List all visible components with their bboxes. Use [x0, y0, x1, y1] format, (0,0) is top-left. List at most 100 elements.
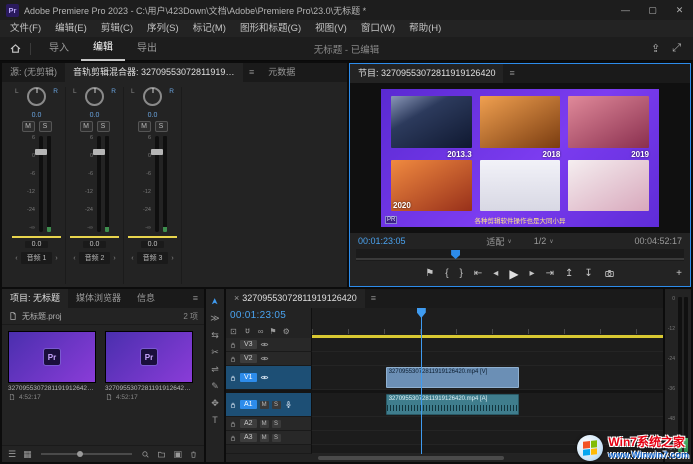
track-header-v1[interactable]: V1: [226, 366, 312, 390]
track-header-a3[interactable]: A3 M S: [226, 431, 312, 445]
scrollbar-handle[interactable]: [318, 456, 505, 460]
home-icon[interactable]: [0, 42, 30, 55]
play-button[interactable]: ▶: [509, 268, 518, 280]
mute-button[interactable]: M: [79, 121, 93, 132]
nest-toggle-icon[interactable]: ⊡: [230, 327, 237, 336]
button-editor-button[interactable]: +: [676, 268, 682, 279]
track-header-v2[interactable]: V2: [226, 352, 312, 366]
go-to-out-button[interactable]: ⇥: [546, 268, 554, 279]
tab-project[interactable]: 项目: 无标题: [2, 289, 69, 308]
menu-item-help[interactable]: 帮助(H): [402, 20, 448, 37]
mark-out-button[interactable]: }: [460, 268, 463, 279]
step-forward-button[interactable]: ▸: [530, 268, 535, 279]
project-item[interactable]: Pr 32709553072811919126420.mp4 4:52:17: [8, 331, 96, 439]
workspace-tab-import[interactable]: 导入: [37, 38, 81, 60]
fader-handle[interactable]: [93, 149, 105, 155]
tab-audio-track-mixer[interactable]: 音轨剪辑混合器: 32709553072811919126420: [65, 63, 243, 82]
ripple-edit-tool[interactable]: ⇆: [211, 331, 219, 340]
step-back-button[interactable]: ◂: [493, 268, 498, 279]
track-name[interactable]: A2: [240, 419, 257, 428]
type-tool[interactable]: T: [212, 416, 218, 425]
bin-name[interactable]: 无标题.proj: [22, 311, 62, 322]
solo-button[interactable]: S: [271, 433, 281, 442]
extract-button[interactable]: ↧: [584, 268, 592, 279]
mute-button[interactable]: M: [21, 121, 35, 132]
quick-export-icon[interactable]: ⇪: [651, 42, 660, 55]
track-v3-content[interactable]: [312, 338, 663, 352]
current-timecode[interactable]: 00:01:23:05: [358, 236, 444, 246]
tab-sequence[interactable]: × 32709553072811919126420: [226, 289, 365, 308]
maximize-button[interactable]: ▢: [639, 0, 666, 20]
lock-icon[interactable]: [229, 401, 237, 409]
lock-icon[interactable]: [229, 434, 237, 442]
fader-handle[interactable]: [35, 149, 47, 155]
prev-track-icon[interactable]: ‹: [131, 255, 133, 262]
add-marker-button[interactable]: ⚑: [425, 268, 434, 279]
timeline-ruler[interactable]: [312, 308, 663, 338]
lock-icon[interactable]: [229, 374, 237, 382]
panel-menu-icon[interactable]: ≡: [365, 289, 382, 308]
solo-button[interactable]: S: [271, 400, 281, 409]
mute-button[interactable]: M: [259, 419, 269, 428]
pen-tool[interactable]: ✎: [211, 382, 219, 391]
find-button[interactable]: [141, 449, 150, 459]
track-a2-content[interactable]: [312, 417, 663, 431]
snap-icon[interactable]: [243, 327, 252, 336]
menu-item-file[interactable]: 文件(F): [3, 20, 48, 37]
zoom-slider[interactable]: [40, 451, 133, 457]
mute-button[interactable]: M: [259, 400, 269, 409]
tab-metadata[interactable]: 元数据: [260, 63, 303, 82]
new-bin-button[interactable]: [157, 449, 166, 459]
list-view-button[interactable]: ☰: [8, 449, 16, 460]
prev-track-icon[interactable]: ‹: [73, 255, 75, 262]
mute-button[interactable]: M: [137, 121, 151, 132]
lock-icon[interactable]: [229, 355, 237, 363]
panel-menu-icon[interactable]: ≡: [243, 63, 260, 82]
solo-button[interactable]: S: [154, 121, 168, 132]
minimize-button[interactable]: —: [612, 0, 639, 20]
track-name[interactable]: V2: [240, 354, 257, 363]
pan-knob[interactable]: [143, 87, 162, 106]
pan-knob[interactable]: [27, 87, 46, 106]
hand-tool[interactable]: ✥: [211, 399, 219, 408]
panel-menu-icon[interactable]: ≡: [187, 289, 204, 308]
mark-in-button[interactable]: {: [445, 268, 448, 279]
workspace-tab-edit[interactable]: 编辑: [81, 37, 125, 61]
video-clip[interactable]: 32709553072811919126420.mp4 [V]: [385, 367, 520, 388]
solo-button[interactable]: S: [96, 121, 110, 132]
track-name[interactable]: A3: [240, 433, 257, 442]
linked-selection-icon[interactable]: ∞: [258, 327, 264, 336]
next-track-icon[interactable]: ›: [113, 255, 115, 262]
track-a1-content[interactable]: 32709553072811919126420.mp4 [A]: [312, 393, 663, 417]
next-track-icon[interactable]: ›: [55, 255, 57, 262]
eye-icon[interactable]: [260, 354, 269, 363]
track-name[interactable]: V1: [240, 373, 257, 382]
track-name[interactable]: A1: [240, 400, 257, 409]
menu-item-window[interactable]: 窗口(W): [354, 20, 402, 37]
tab-program-monitor[interactable]: 节目: 32709553072811919126420: [350, 64, 504, 83]
eye-icon[interactable]: [260, 373, 269, 382]
track-v1-content[interactable]: 32709553072811919126420.mp4 [V]: [312, 366, 663, 390]
track-header-a1[interactable]: A1 M S: [226, 393, 312, 417]
clip-thumbnail[interactable]: Pr: [8, 331, 96, 383]
track-name[interactable]: V3: [240, 340, 257, 349]
track-header-v3[interactable]: V3: [226, 338, 312, 352]
track-header-a2[interactable]: A2 M S: [226, 417, 312, 431]
menu-item-clip[interactable]: 剪辑(C): [94, 20, 140, 37]
go-to-in-button[interactable]: ⇤: [474, 268, 482, 279]
slip-tool[interactable]: ⇌: [211, 365, 219, 374]
lift-button[interactable]: ↥: [565, 268, 573, 279]
menu-item-graphics[interactable]: 图形和标题(G): [233, 20, 308, 37]
menu-item-sequence[interactable]: 序列(S): [140, 20, 186, 37]
delete-button[interactable]: [189, 449, 198, 459]
razor-tool[interactable]: ✂: [211, 348, 219, 357]
next-track-icon[interactable]: ›: [171, 255, 173, 262]
fader-track[interactable]: [35, 136, 47, 232]
program-video-area[interactable]: 2013.3 2018 2019 2020 各种剪辑软件操作也是大同小异 PR: [350, 83, 690, 233]
menu-item-markers[interactable]: 标记(M): [186, 20, 233, 37]
pan-knob[interactable]: [85, 87, 104, 106]
lock-icon[interactable]: [229, 420, 237, 428]
new-item-button[interactable]: ▣: [173, 449, 182, 460]
prev-track-icon[interactable]: ‹: [15, 255, 17, 262]
timeline-settings-icon[interactable]: ⚙: [283, 327, 290, 336]
